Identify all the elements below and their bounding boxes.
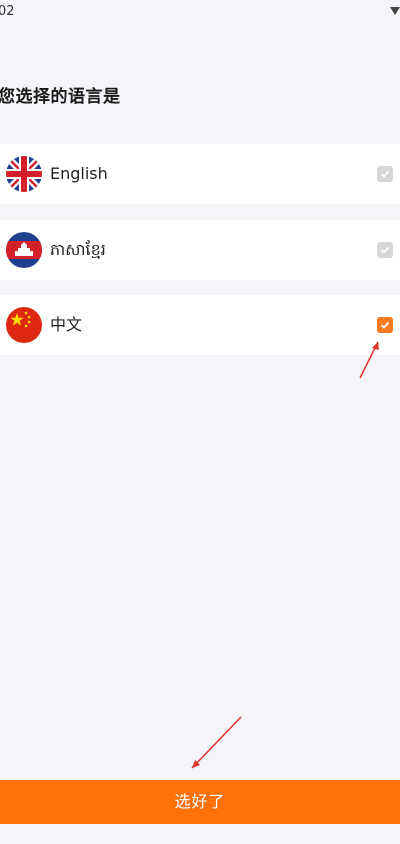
confirm-button[interactable]: 选好了 (0, 780, 400, 824)
language-label: English (50, 164, 108, 183)
page-title: 您选择的语言是 (0, 87, 121, 107)
language-label: 中文 (50, 315, 83, 334)
annotation-arrow-icon (359, 341, 379, 379)
annotation-arrow-icon (191, 716, 242, 769)
china-flag-icon (6, 307, 42, 343)
language-label: ភាសាខ្មែរ (50, 240, 106, 259)
uk-flag-icon (6, 156, 42, 192)
language-item-english[interactable]: English (0, 144, 400, 204)
language-checkbox[interactable] (377, 242, 393, 258)
language-checkbox-checked[interactable] (377, 317, 393, 333)
language-item-khmer[interactable]: ភាសាខ្មែរ (0, 220, 400, 280)
wifi-icon (390, 2, 400, 21)
status-time: 02 (0, 4, 15, 19)
cambodia-flag-icon (6, 232, 42, 268)
status-bar: 02 (0, 0, 400, 24)
language-item-chinese[interactable]: 中文 (0, 295, 400, 355)
language-checkbox[interactable] (377, 166, 393, 182)
